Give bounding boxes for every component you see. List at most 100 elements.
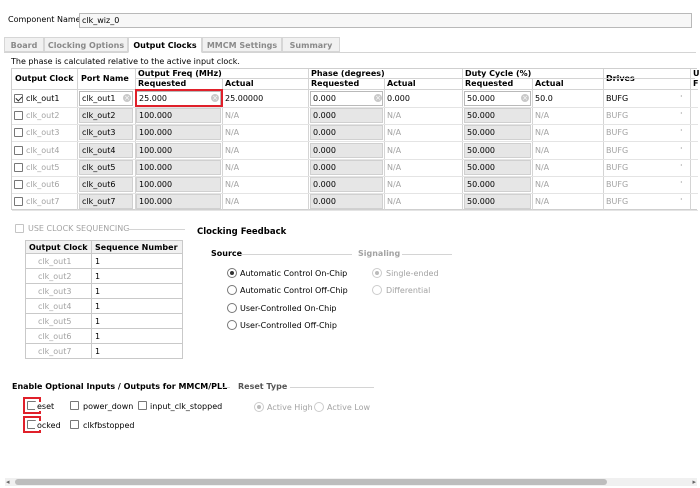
clear-icon[interactable]: × [123,94,131,102]
power-down-checkbox[interactable] [70,401,79,410]
duty-requested-input[interactable]: 50.000 [464,142,531,158]
port-name-input[interactable]: clk_out7 [79,194,133,210]
freq-actual-value: N/A [225,180,240,189]
clear-icon[interactable]: × [521,94,529,102]
component-name-field[interactable]: clk_wiz_0 [79,13,692,28]
signaling-radio-single-ended[interactable] [372,268,382,278]
drives-select[interactable]: BUFG [606,146,628,155]
duty-actual-value: N/A [535,145,550,155]
freq-requested-input[interactable]: 100.000 [136,142,221,158]
freq-requested-input[interactable]: 100.000 [136,194,221,210]
table-row: clk_out1 clk_out1 × 25.000 × 25.00000 0.… [12,90,698,108]
power-down-label: power_down [83,402,134,411]
seq-number-input[interactable]: 1 [91,298,183,314]
phase-requested-input[interactable]: 0.000 [310,91,383,106]
duty-requested-input[interactable]: 50.000 [464,177,531,192]
seq-number-input[interactable]: 1 [91,313,183,329]
hdr-u: U [693,69,700,78]
freq-requested-input[interactable]: 100.000 [136,108,221,124]
port-name-input[interactable]: clk_out3 [79,125,133,141]
source-radio-user-off-chip[interactable] [227,320,237,330]
duty-requested-input[interactable]: 50.000 [464,108,531,124]
seq-output-clock: clk_out7 [25,343,92,359]
source-radio-user-on-chip[interactable] [227,303,237,313]
duty-actual-value: N/A [535,197,550,207]
seq-number-input[interactable]: 1 [91,328,183,344]
output-clock-enable-checkbox[interactable] [14,145,23,155]
tab-clocking-options[interactable]: Clocking Options [44,37,128,52]
tab-mmcm-settings[interactable]: MMCM Settings [202,37,282,52]
tab-board[interactable]: Board [4,37,44,52]
phase-requested-input[interactable]: 0.000 [310,108,383,124]
duty-actual-value: N/A [535,111,550,121]
tab-output-clocks[interactable]: Output Clocks [128,37,202,53]
seq-number-input[interactable]: 1 [91,253,183,269]
clkfbstopped-checkbox[interactable] [70,420,79,429]
drives-dropdown-icon[interactable]: · [680,178,683,187]
hdr-port-name: Port Name [81,74,129,83]
drives-select[interactable]: BUFG [606,94,628,103]
freq-requested-input[interactable]: 100.000 [136,159,221,175]
phase-requested-input[interactable]: 0.000 [310,159,383,175]
drives-dropdown-icon[interactable]: · [680,195,683,204]
source-label-user-on-chip: User-Controlled On-Chip [240,304,337,313]
reset-active-high-radio[interactable] [254,402,264,412]
signaling-radio-differential[interactable] [372,285,382,295]
output-clock-enable-checkbox[interactable] [14,128,23,138]
phase-note: The phase is calculated relative to the … [11,57,240,66]
seq-number-input[interactable]: 1 [91,283,183,299]
sequence-table-body: clk_out1 1 clk_out2 1 clk_out3 1 clk_out… [25,253,183,359]
scrollbar-thumb[interactable] [15,479,607,485]
drives-select[interactable]: BUFG [606,197,628,206]
hdr-mid-line [135,78,695,79]
output-clock-enable-checkbox[interactable] [14,162,23,172]
input-clk-stopped-checkbox[interactable] [138,401,147,410]
tab-summary[interactable]: Summary [282,37,340,52]
drives-select[interactable]: BUFG [606,180,628,189]
drives-select[interactable]: BUFG [606,111,628,120]
output-clock-enable-checkbox[interactable] [14,94,23,103]
phase-requested-input[interactable]: 0.000 [310,177,383,192]
use-clock-sequencing-checkbox[interactable] [15,224,24,233]
drives-select[interactable]: BUFG [606,163,628,172]
phase-requested-input[interactable]: 0.000 [310,194,383,210]
source-label-auto-off-chip: Automatic Control Off-Chip [240,286,348,295]
output-clock-enable-checkbox[interactable] [14,197,23,207]
phase-requested-input[interactable]: 0.000 [310,142,383,158]
seq-number-input[interactable]: 1 [91,268,183,284]
port-name-input[interactable]: clk_out5 [79,159,133,175]
port-name-input[interactable]: clk_out6 [79,177,133,192]
phase-requested-input[interactable]: 0.000 [310,125,383,141]
scroll-left-icon[interactable]: ◂ [6,478,10,486]
duty-requested-input[interactable]: 50.000 [464,159,531,175]
output-clock-enable-checkbox[interactable] [14,180,23,189]
drives-select[interactable]: BUFG [606,128,628,137]
freq-requested-input[interactable]: 100.000 [136,177,221,192]
output-clock-enable-checkbox[interactable] [14,111,23,121]
phase-actual-value: N/A [387,180,402,189]
drives-dropdown-icon[interactable]: · [680,92,683,101]
freq-requested-input[interactable]: 100.000 [136,125,221,141]
reset-active-low-radio[interactable] [314,402,324,412]
drives-dropdown-icon[interactable]: · [680,161,683,170]
output-clock-name: clk_out7 [26,197,60,207]
output-clock-table: Output Clock Port Name Output Freq (MHz)… [11,68,700,212]
horizontal-scrollbar[interactable]: ◂ ▸ [5,478,697,486]
seq-number-input[interactable]: 1 [91,343,183,359]
drives-dropdown-icon[interactable]: · [680,126,683,135]
source-radio-auto-on-chip[interactable] [227,268,237,278]
duty-requested-input[interactable]: 50.000 [464,125,531,141]
clear-icon[interactable]: × [374,94,382,102]
drives-dropdown-icon[interactable]: · [680,109,683,118]
optional-io-title: Enable Optional Inputs / Outputs for MMC… [12,382,228,391]
duty-requested-input[interactable]: 50.000 [464,194,531,210]
phase-actual-value: 0.000 [387,94,410,103]
scroll-right-icon[interactable]: ▸ [692,478,696,486]
port-name-input[interactable]: clk_out4 [79,142,133,158]
port-name-input[interactable]: clk_out2 [79,108,133,124]
row-line [12,210,698,212]
reset-active-high-label: Active High [267,403,313,412]
source-radio-auto-off-chip[interactable] [227,285,237,295]
drives-dropdown-icon[interactable]: · [680,144,683,153]
hdr-output-clock: Output Clock [15,74,74,83]
